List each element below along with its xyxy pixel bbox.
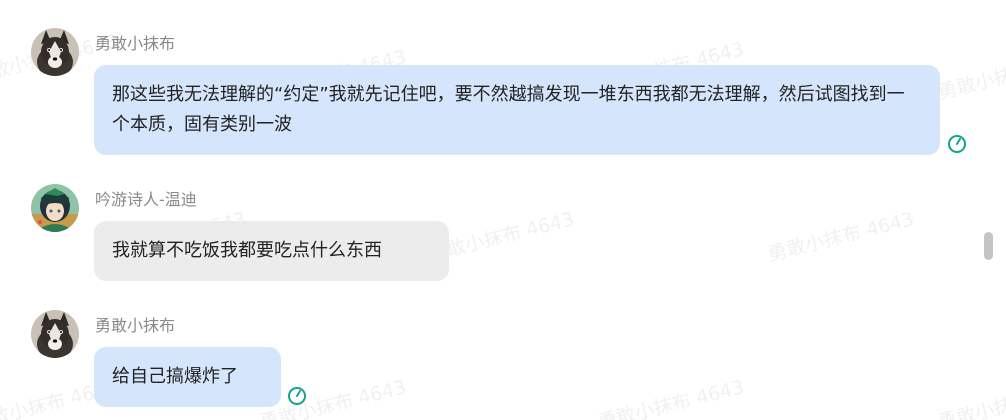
sender-name: 吟游诗人-温迪 [95, 190, 197, 209]
message-item: 勇敢小抹布 给自己搞爆炸了 [0, 290, 1006, 420]
chat-panel: 勇敢小抹布 4643 勇敢小抹布 4643 勇敢小抹布 4643 勇敢小抹布 4… [0, 0, 1006, 420]
message-bubble[interactable]: 那这些我无法理解的“约定”我就先记住吧，要不然越搞发现一堆东西我都无法理解，然后… [94, 65, 940, 155]
scrollbar-track[interactable] [988, 0, 1006, 420]
anime-character-avatar[interactable] [31, 184, 79, 232]
scrollbar-thumb[interactable] [984, 232, 993, 260]
message-text: 给自己搞爆炸了 [112, 366, 238, 387]
husky-dog-avatar[interactable] [31, 310, 79, 358]
message-item: 吟游诗人-温迪 我就算不吃饭我都要吃点什么东西 [0, 160, 1006, 290]
read-status-clock-icon [288, 387, 306, 405]
message-bubble[interactable]: 我就算不吃饭我都要吃点什么东西 [94, 221, 449, 281]
husky-dog-avatar[interactable] [31, 28, 79, 76]
sender-name: 勇敢小抹布 [95, 34, 176, 53]
sender-name: 勇敢小抹布 [95, 316, 176, 335]
message-text: 我就算不吃饭我都要吃点什么东西 [112, 240, 382, 261]
message-bubble[interactable]: 给自己搞爆炸了 [94, 347, 281, 407]
read-status-clock-icon [948, 135, 966, 153]
message-item: 勇敢小抹布 那这些我无法理解的“约定”我就先记住吧，要不然越搞发现一堆东西我都无… [0, 0, 1006, 160]
message-text: 那这些我无法理解的“约定”我就先记住吧，要不然越搞发现一堆东西我都无法理解，然后… [112, 84, 905, 135]
